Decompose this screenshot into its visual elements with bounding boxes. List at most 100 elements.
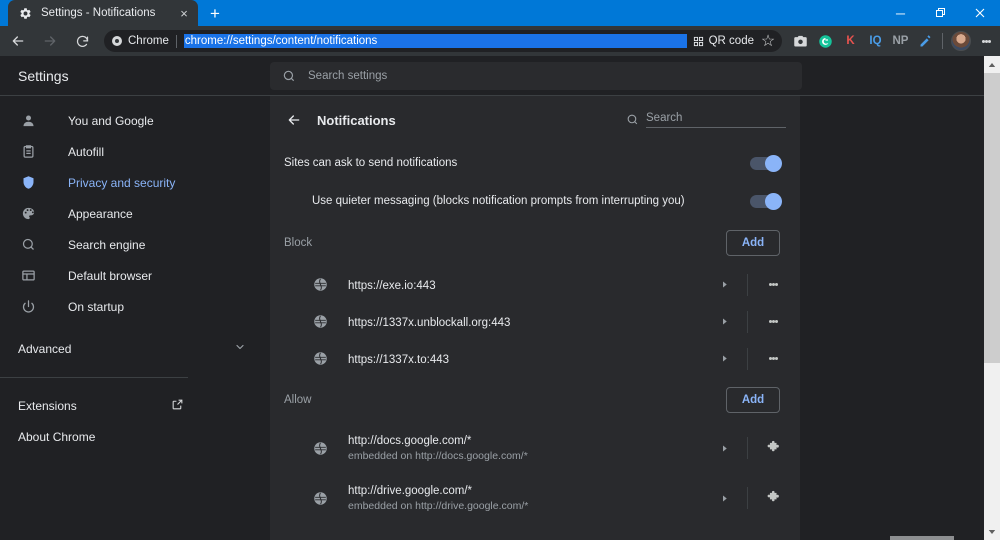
browser-window: Settings - Notifications × + Chrome chro… [0,0,1000,540]
notifications-card: Notifications Search Sites can ask to se… [270,96,800,540]
sidebar-item-privacy-and-security[interactable]: Privacy and security [0,167,270,198]
site-url: https://exe.io:443 [348,279,436,292]
chevron-right-icon[interactable] [713,354,735,363]
scroll-down-button[interactable] [984,523,1000,540]
row-divider [747,310,748,333]
search-settings-input[interactable]: Search settings [270,61,802,90]
clipboard-icon [18,144,38,159]
avatar[interactable] [951,31,971,51]
iq-extension-icon[interactable]: IQ [863,28,888,54]
minimize-button[interactable] [880,0,920,26]
grammarly-extension-icon[interactable] [813,28,838,54]
sidebar-item-about-chrome[interactable]: About Chrome [0,421,270,452]
table-row[interactable]: http://docs.google.com/* embedded on htt… [270,423,800,473]
chevron-right-icon[interactable] [713,444,735,453]
vertical-scrollbar[interactable] [984,56,1000,540]
row-divider [747,437,748,459]
site-url: http://drive.google.com/* [348,484,473,497]
setting-sites-can-ask[interactable]: Sites can ask to send notifications [270,144,800,182]
window-close-button[interactable] [960,0,1000,26]
palette-icon [18,206,38,221]
gear-icon [18,6,32,20]
address-bar[interactable]: Chrome chrome://settings/content/notific… [104,30,782,52]
add-allow-button[interactable]: Add [726,387,780,413]
sidebar-item-label: Default browser [68,268,153,283]
qr-code-button[interactable]: QR code [693,35,754,47]
site-url: http://docs.google.com/* [348,434,472,447]
search-icon [18,237,38,252]
site-info: https://exe.io:443 [348,276,713,294]
sidebar-item-label: On startup [68,299,125,314]
setting-quieter-messaging[interactable]: Use quieter messaging (blocks notificati… [270,182,800,220]
search-settings-placeholder: Search settings [308,69,388,82]
sidebar-item-on-startup[interactable]: On startup [0,291,270,322]
tab-title: Settings - Notifications [41,7,156,19]
browser-toolbar: Chrome chrome://settings/content/notific… [0,26,1000,56]
sidebar-item-you-and-google[interactable]: You and Google [0,105,270,136]
notifications-search-input[interactable]: Search [626,112,786,128]
reload-button[interactable] [68,27,96,55]
window-controls [880,0,1000,26]
notifications-search-placeholder: Search [646,112,786,128]
settings-sidebar: You and Google Autofill Privacy and secu… [0,96,270,540]
chevron-right-icon[interactable] [713,280,735,289]
puzzle-piece-icon[interactable] [760,490,786,506]
site-embedded-note: embedded on http://drive.google.com/* [348,499,529,512]
table-row[interactable]: https://1337x.to:443 [270,340,800,377]
sidebar-item-label: Extensions [18,398,77,413]
sidebar-item-autofill[interactable]: Autofill [0,136,270,167]
globe-icon [312,441,328,456]
chevron-right-icon[interactable] [713,317,735,326]
setting-label: Sites can ask to send notifications [284,157,458,169]
scrollbar-thumb[interactable] [984,73,1000,363]
url-text[interactable]: chrome://settings/content/notifications [183,34,687,48]
settings-brand: Settings [18,67,69,84]
site-info: http://drive.google.com/* embedded on ht… [348,485,713,512]
back-button[interactable] [4,27,32,55]
arrow-back-icon[interactable] [282,112,306,128]
chevron-down-icon [234,341,246,356]
add-block-button[interactable]: Add [726,230,780,256]
more-menu-icon[interactable] [760,356,786,361]
site-embedded-note: embedded on http://docs.google.com/* [348,449,528,462]
new-tab-button[interactable]: + [202,0,228,26]
np-extension-icon[interactable]: NP [888,28,913,54]
close-icon[interactable]: × [176,5,192,21]
sidebar-item-appearance[interactable]: Appearance [0,198,270,229]
search-icon [626,113,639,128]
sidebar-divider [0,377,188,378]
sidebar-item-search-engine[interactable]: Search engine [0,229,270,260]
forward-button[interactable] [36,27,64,55]
toolbar-divider [942,33,943,49]
sidebar-item-label: Privacy and security [68,175,176,190]
scroll-up-button[interactable] [984,56,1000,73]
sidebar-item-default-browser[interactable]: Default browser [0,260,270,291]
site-chip[interactable]: Chrome [111,35,169,47]
horizontal-scrollbar[interactable] [890,536,954,540]
camera-extension-icon[interactable] [788,28,813,54]
chevron-right-icon[interactable] [713,494,735,503]
table-row[interactable]: http://drive.google.com/* embedded on ht… [270,473,800,523]
maximize-button[interactable] [920,0,960,26]
extension-icons: K IQ NP [788,28,1000,54]
more-menu-icon[interactable] [760,282,786,287]
table-row[interactable]: https://1337x.unblockall.org:443 [270,303,800,340]
sidebar-item-advanced[interactable]: Advanced [0,333,270,364]
toggle-quieter-messaging[interactable] [750,192,782,210]
page-title: Notifications [317,112,396,128]
puzzle-piece-icon[interactable] [760,440,786,456]
browser-tab[interactable]: Settings - Notifications × [8,0,198,26]
block-section-header: Block Add [270,220,800,266]
more-menu-icon[interactable] [760,319,786,324]
pen-extension-icon[interactable] [913,28,938,54]
table-row[interactable]: https://exe.io:443 [270,266,800,303]
notifications-header: Notifications Search [270,96,800,144]
settings-page: Settings Search settings You and Google [0,56,984,540]
power-icon [18,299,38,314]
bookmark-star-icon[interactable]: ☆ [758,31,778,51]
k-extension-icon[interactable]: K [838,28,863,54]
title-bar: Settings - Notifications × + [0,0,1000,26]
toggle-sites-can-ask[interactable] [750,154,782,172]
sidebar-item-extensions[interactable]: Extensions [0,390,270,421]
chrome-menu-button[interactable] [975,39,997,44]
